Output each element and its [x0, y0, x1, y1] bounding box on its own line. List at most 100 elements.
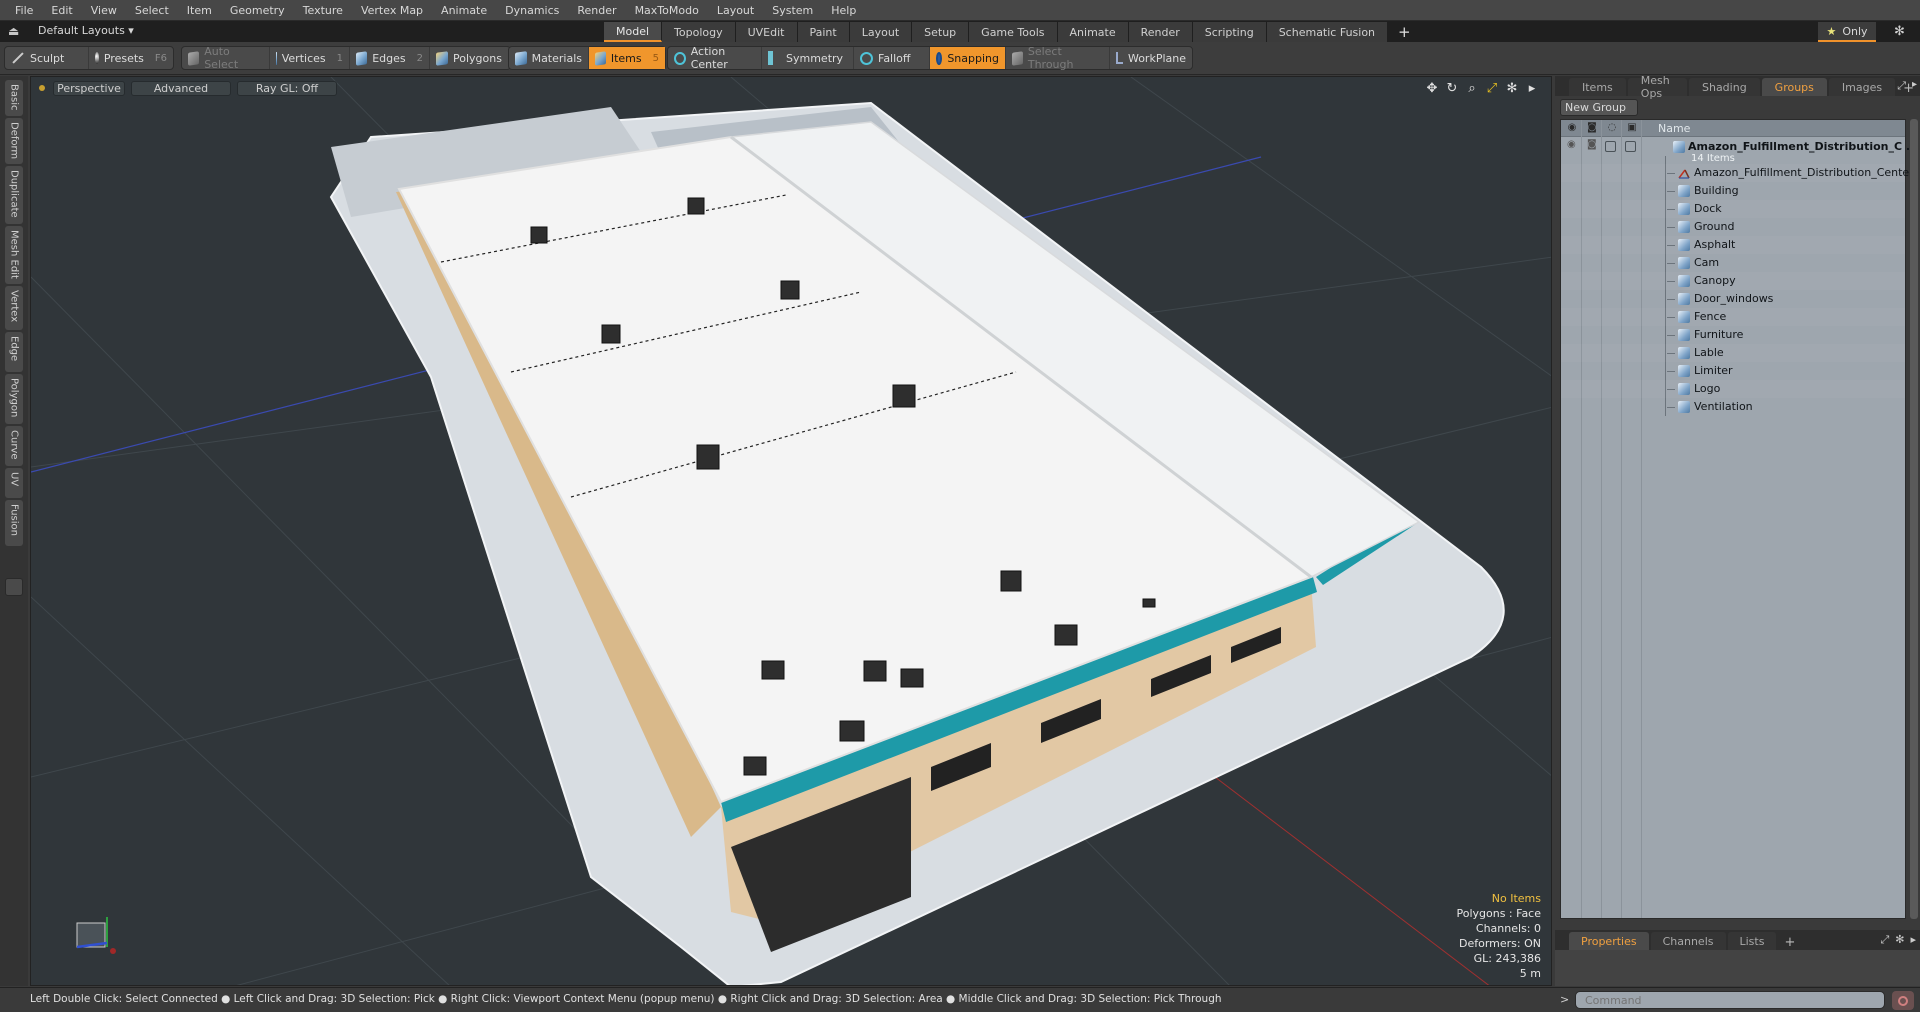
- menu-maxtomodo[interactable]: MaxToModo: [626, 4, 708, 17]
- tab-game-tools[interactable]: Game Tools: [969, 22, 1058, 42]
- tab-mesh-ops[interactable]: Mesh Ops: [1627, 74, 1687, 100]
- menu-layout[interactable]: Layout: [708, 4, 763, 17]
- group-item-row[interactable]: Cam: [1561, 254, 1905, 272]
- viewport-settings-icon[interactable]: ✻: [1505, 81, 1519, 96]
- group-item-row[interactable]: Logo: [1561, 380, 1905, 398]
- select-through-button[interactable]: Select Through: [1006, 45, 1110, 71]
- tab-basic[interactable]: Basic: [5, 80, 23, 116]
- group-item-row[interactable]: Canopy: [1561, 272, 1905, 290]
- lock-checkbox[interactable]: [1605, 141, 1616, 152]
- tool-tabs-toggle[interactable]: [5, 578, 23, 596]
- visibility-column-icon[interactable]: ◉: [1566, 122, 1578, 134]
- menu-dynamics[interactable]: Dynamics: [496, 4, 568, 17]
- gear-icon[interactable]: ✻: [1894, 24, 1905, 39]
- only-toggle[interactable]: ★ Only: [1818, 22, 1876, 42]
- layout-home-icon[interactable]: ⏏: [8, 24, 22, 38]
- tab-paint[interactable]: Paint: [797, 22, 850, 42]
- group-item-row[interactable]: Ground: [1561, 218, 1905, 236]
- presets-button[interactable]: Presets F6: [89, 47, 173, 69]
- menu-system[interactable]: System: [763, 4, 822, 17]
- tab-curve[interactable]: Curve: [5, 426, 23, 466]
- tab-fusion[interactable]: Fusion: [5, 500, 23, 546]
- tab-topology[interactable]: Topology: [662, 22, 736, 42]
- select-checkbox[interactable]: [1625, 141, 1636, 152]
- tab-uvedit[interactable]: UVEdit: [735, 22, 798, 42]
- falloff-button[interactable]: Falloff: [854, 47, 930, 69]
- tab-render[interactable]: Render: [1128, 22, 1193, 42]
- expand-properties-icon[interactable]: ⤢: [1880, 933, 1889, 947]
- tab-vertex[interactable]: Vertex: [5, 286, 23, 330]
- menu-vertex-map[interactable]: Vertex Map: [352, 4, 432, 17]
- menu-render[interactable]: Render: [568, 4, 625, 17]
- workplane-button[interactable]: WorkPlane: [1110, 47, 1192, 69]
- action-center-button[interactable]: Action Center: [668, 45, 762, 71]
- tab-items[interactable]: Items: [1569, 78, 1626, 96]
- edges-button[interactable]: Edges 2: [350, 47, 430, 69]
- tab-setup[interactable]: Setup: [912, 22, 970, 42]
- materials-button[interactable]: Materials: [509, 47, 589, 69]
- snapping-button[interactable]: Snapping: [930, 47, 1006, 69]
- vertices-button[interactable]: Vertices 1: [270, 47, 350, 69]
- group-item-row[interactable]: Limiter: [1561, 362, 1905, 380]
- zoom-view-icon[interactable]: ⌕: [1465, 81, 1479, 96]
- tab-duplicate[interactable]: Duplicate: [5, 166, 23, 224]
- new-group-button[interactable]: New Group: [1560, 99, 1638, 116]
- tab-properties[interactable]: Properties: [1569, 932, 1649, 950]
- groups-scrollbar[interactable]: [1910, 119, 1918, 919]
- select-column-icon[interactable]: ▣: [1626, 122, 1638, 134]
- rotate-view-icon[interactable]: ↻: [1445, 81, 1459, 96]
- tab-animate[interactable]: Animate: [1057, 22, 1129, 42]
- tab-model[interactable]: Model: [604, 22, 663, 42]
- tab-polygon[interactable]: Polygon: [5, 374, 23, 424]
- group-item-row[interactable]: Fence: [1561, 308, 1905, 326]
- layout-selector[interactable]: Default Layouts ▾: [38, 24, 134, 37]
- menu-file[interactable]: File: [6, 4, 42, 17]
- symmetry-button[interactable]: Symmetry: [762, 47, 854, 69]
- visibility-eye-icon[interactable]: ◉: [1567, 139, 1579, 150]
- move-view-icon[interactable]: ✥: [1425, 81, 1439, 96]
- panel-menu-arrow-icon[interactable]: ▸: [1912, 79, 1917, 90]
- items-button[interactable]: Items 5: [589, 47, 665, 69]
- menu-item[interactable]: Item: [178, 4, 221, 17]
- group-item-row[interactable]: Asphalt: [1561, 236, 1905, 254]
- tab-mesh-edit[interactable]: Mesh Edit: [5, 226, 23, 284]
- sculpt-button[interactable]: Sculpt: [5, 47, 89, 69]
- tab-groups[interactable]: Groups: [1761, 78, 1827, 96]
- menu-texture[interactable]: Texture: [294, 4, 352, 17]
- tab-images[interactable]: Images: [1828, 78, 1896, 96]
- render-toggle-icon[interactable]: ◙: [1587, 139, 1599, 150]
- properties-settings-icon[interactable]: ✻: [1895, 933, 1904, 947]
- raygl-button[interactable]: Ray GL: Off: [237, 80, 337, 96]
- view-mode-button[interactable]: Perspective: [53, 80, 125, 96]
- tab-scripting[interactable]: Scripting: [1192, 22, 1267, 42]
- menu-select[interactable]: Select: [126, 4, 178, 17]
- add-layout-tab-button[interactable]: +: [1388, 22, 1422, 42]
- shading-mode-button[interactable]: Advanced: [131, 80, 231, 96]
- lock-column-icon[interactable]: ◌: [1606, 122, 1618, 134]
- auto-select-button[interactable]: Auto Select: [182, 45, 270, 71]
- tab-schematic-fusion[interactable]: Schematic Fusion: [1266, 22, 1389, 42]
- name-column-header[interactable]: Name: [1658, 122, 1690, 135]
- group-item-row[interactable]: Amazon_Fulfillment_Distribution_Center: [1561, 164, 1914, 182]
- viewport-options-dot-icon[interactable]: [39, 85, 45, 91]
- add-properties-tab-button[interactable]: +: [1778, 935, 1801, 950]
- viewport-more-icon[interactable]: ▸: [1525, 81, 1539, 96]
- group-item-row[interactable]: Ventilation: [1561, 398, 1905, 416]
- tab-layout[interactable]: Layout: [849, 22, 913, 42]
- tab-uv[interactable]: UV: [5, 468, 23, 498]
- command-record-button[interactable]: [1892, 991, 1914, 1010]
- command-input[interactable]: [1575, 991, 1885, 1009]
- group-item-row[interactable]: Lable: [1561, 344, 1905, 362]
- tab-shading[interactable]: Shading: [1688, 78, 1760, 96]
- properties-menu-arrow-icon[interactable]: ▸: [1910, 933, 1916, 947]
- menu-help[interactable]: Help: [822, 4, 865, 17]
- expand-panel-icon[interactable]: ⤢: [1897, 79, 1906, 93]
- tab-edge[interactable]: Edge: [5, 332, 23, 372]
- polygons-button[interactable]: Polygons: [430, 47, 510, 69]
- menu-edit[interactable]: Edit: [42, 4, 81, 17]
- group-item-row[interactable]: Building: [1561, 182, 1905, 200]
- 3d-viewport[interactable]: Perspective Advanced Ray GL: Off ✥ ↻ ⌕ ⤢…: [30, 76, 1552, 986]
- render-column-icon[interactable]: ◙: [1586, 122, 1598, 134]
- group-item-row[interactable]: Furniture: [1561, 326, 1905, 344]
- menu-animate[interactable]: Animate: [432, 4, 496, 17]
